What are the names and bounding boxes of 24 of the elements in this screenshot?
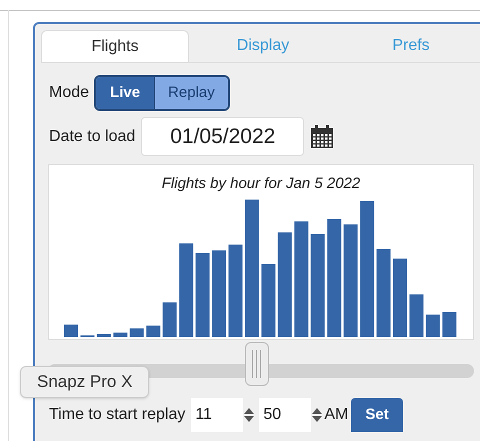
date-label: Date to load <box>49 126 136 146</box>
date-field[interactable]: 01/05/2022 <box>141 117 304 156</box>
mode-toggle[interactable]: Replay <box>155 77 228 109</box>
chart-bar <box>442 312 456 336</box>
mode-toggle[interactable]: Live <box>96 77 156 109</box>
chart-bar <box>409 294 424 336</box>
tooltip: Snapz Pro X <box>20 366 150 398</box>
chart-bar <box>96 334 111 336</box>
chart-bar <box>113 332 128 336</box>
set-button[interactable]: Set <box>351 398 403 432</box>
period-label: AM <box>324 405 348 425</box>
chart-bar <box>64 324 78 336</box>
mode-label: Mode <box>49 83 90 103</box>
replay-time-label: Time to start replay <box>49 405 186 425</box>
chart-bar <box>426 314 440 336</box>
chart-bar <box>162 302 177 336</box>
chart-bar <box>146 325 160 336</box>
chart-bar <box>130 328 144 336</box>
minute-field[interactable]: 50 <box>259 398 312 432</box>
slider-thumb[interactable] <box>244 342 269 386</box>
chart-title: Flights by hour for Jan 5 2022 <box>162 174 360 194</box>
hour-field[interactable]: 11 <box>191 398 244 432</box>
tab[interactable]: Flights <box>41 30 189 62</box>
calendar-icon[interactable] <box>310 124 334 148</box>
